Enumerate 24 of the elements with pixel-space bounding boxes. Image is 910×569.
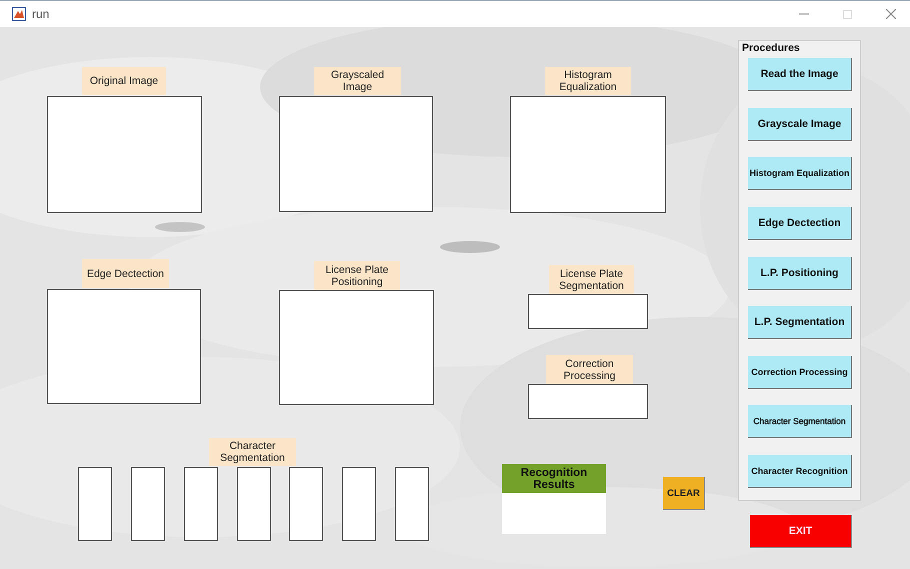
procedure-button[interactable]: Histogram Equalization bbox=[748, 157, 852, 190]
panel-label: Character Segmentation bbox=[209, 438, 296, 466]
close-icon[interactable] bbox=[886, 9, 896, 19]
procedure-button[interactable]: Character Segmentation bbox=[748, 405, 852, 438]
panel-label: Original Image bbox=[82, 67, 166, 95]
results-header: Recognition Results bbox=[502, 464, 606, 493]
procedure-button[interactable]: Character Recognition bbox=[748, 455, 852, 488]
panel-title: Procedures bbox=[742, 42, 800, 54]
minimize-icon[interactable] bbox=[799, 13, 809, 15]
procedure-button[interactable]: L.P. Positioning bbox=[748, 257, 852, 290]
panel-label: Histogram Equalization bbox=[545, 67, 631, 95]
procedure-button[interactable]: L.P. Segmentation bbox=[748, 306, 852, 339]
panel-label: Edge Dectection bbox=[82, 259, 169, 288]
procedure-button[interactable]: Read the Image bbox=[748, 58, 852, 91]
panel-label: License Plate Positioning bbox=[314, 261, 400, 290]
panel-label: Grayscaled Image bbox=[314, 67, 401, 95]
procedure-button[interactable]: Edge Dectection bbox=[748, 207, 852, 240]
clear-button[interactable]: CLEAR bbox=[663, 477, 705, 510]
app-icon bbox=[12, 7, 26, 21]
panel-label: License Plate Segmentation bbox=[549, 265, 634, 294]
panel-label: Correction Processing bbox=[546, 355, 633, 384]
procedure-button[interactable]: Correction Processing bbox=[748, 356, 852, 389]
window-title: run bbox=[32, 7, 50, 21]
procedure-button[interactable]: Grayscale Image bbox=[748, 108, 852, 141]
